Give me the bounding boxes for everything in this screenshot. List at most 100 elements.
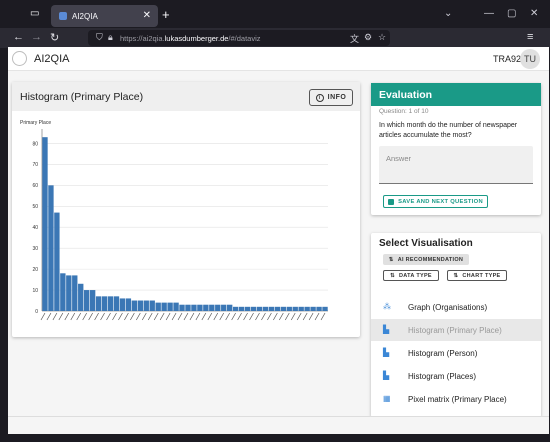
histogram-bar	[185, 304, 191, 311]
close-tab-icon[interactable]: ✕	[143, 10, 151, 21]
histogram-bar	[197, 304, 203, 311]
histogram-bar	[179, 304, 185, 311]
minimize-icon[interactable]: —	[484, 8, 494, 19]
ai-recommendation-button[interactable]: ⇅ AI RECOMMENDATION	[383, 254, 469, 265]
histogram-bar	[256, 306, 263, 311]
address-bar[interactable]: ⛉ 🔒︎ https://ai2qia. lukasdumberger.de/#/…	[88, 30, 390, 46]
histogram-card: Histogram (Primary Place) i INFO Primary…	[12, 82, 360, 337]
x-tick-mark	[118, 312, 123, 321]
y-tick-label: 80	[32, 141, 38, 147]
page-footer	[8, 416, 549, 434]
user-id: TRA92	[493, 54, 522, 64]
menu-icon[interactable]: ≡	[527, 31, 533, 43]
x-tick-mark	[255, 312, 260, 321]
info-button[interactable]: i INFO	[309, 89, 353, 106]
histogram-bar	[66, 275, 72, 311]
graph-icon: ⁂	[383, 302, 391, 311]
close-window-icon[interactable]: ✕	[530, 8, 538, 19]
vis-item-label: Histogram (Places)	[408, 371, 477, 381]
histogram-bar	[203, 304, 209, 311]
vis-item-histogram-primary-place[interactable]: ▙ Histogram (Primary Place)	[371, 319, 541, 341]
forward-icon[interactable]: →	[31, 31, 42, 43]
tab-list-icon[interactable]: ⌄	[444, 8, 452, 19]
app-title: AI2QIA	[34, 53, 70, 65]
url-suffix: /#/dataviz	[228, 33, 261, 43]
histogram-bar	[215, 304, 221, 311]
data-type-label: DATA TYPE	[399, 272, 432, 279]
histogram-card-header: Histogram (Primary Place) i INFO	[12, 82, 360, 111]
x-tick-mark	[189, 312, 195, 321]
vis-item-label: Histogram (Primary Place)	[408, 325, 502, 335]
maximize-icon[interactable]: ▢	[507, 8, 516, 19]
navigation-bar: ← → ↻ ⛉ 🔒︎ https://ai2qia. lukasdumberger…	[0, 28, 550, 48]
histogram-bar	[60, 273, 66, 311]
histogram-bar	[84, 290, 90, 311]
sort-icon: ⇅	[388, 256, 394, 263]
vis-item-pixel-matrix-primary-place[interactable]: ▦ Pixel matrix (Primary Place)	[371, 388, 541, 410]
save-button-label: SAVE AND NEXT QUESTION	[398, 198, 483, 205]
x-tick-mark	[52, 312, 58, 321]
x-tick-mark	[159, 312, 165, 321]
web-page: AI2QIA TRA92 TU Histogram (Primary Place…	[8, 47, 549, 416]
new-tab-icon[interactable]: +	[162, 7, 170, 22]
x-tick-mark	[284, 312, 290, 321]
reload-icon[interactable]: ↻	[50, 31, 59, 44]
tab-title: AI2QIA	[72, 11, 98, 21]
vis-item-label: Graph (Organisations)	[408, 302, 488, 312]
answer-field[interactable]: Answer	[379, 146, 533, 184]
histogram-bar	[322, 306, 328, 311]
browser-tab[interactable]: AI2QIA ✕	[51, 5, 158, 27]
info-button-label: INFO	[327, 94, 347, 101]
histogram-bar	[143, 300, 149, 311]
x-tick-mark	[141, 312, 147, 321]
histogram-bar	[238, 306, 245, 311]
translate-icon[interactable]: 文	[350, 32, 359, 45]
shield-icon[interactable]: ⛉	[96, 32, 103, 43]
histogram-bar	[113, 296, 120, 311]
avatar[interactable]: TU	[520, 49, 540, 69]
histogram-bar	[316, 306, 322, 311]
lock-icon[interactable]: 🔒︎	[108, 32, 113, 43]
extension-icon[interactable]: ⚙	[364, 32, 372, 43]
question-text: In which month do the number of newspape…	[379, 122, 518, 139]
histogram-bar	[268, 306, 275, 311]
tab-bar: ▭ AI2QIA ✕ + ⌄ — ▢ ✕	[0, 0, 550, 28]
save-next-button[interactable]: SAVE AND NEXT QUESTION	[383, 195, 488, 208]
histogram-bar	[262, 306, 269, 311]
x-tick-mark	[88, 312, 93, 321]
histogram-bar	[292, 306, 298, 311]
app-logo	[12, 51, 27, 66]
x-tick-mark	[64, 312, 70, 321]
x-tick-mark	[112, 312, 117, 321]
x-tick-mark	[153, 312, 159, 321]
histogram-icon: ▙	[383, 348, 390, 357]
histogram-bar	[286, 306, 292, 311]
histogram-bar	[304, 306, 310, 311]
url-host: lukasdumberger.de	[164, 33, 229, 43]
histogram-bar	[298, 306, 304, 311]
vis-item-histogram-places[interactable]: ▙ Histogram (Places)	[371, 365, 541, 387]
x-tick-mark	[243, 312, 248, 321]
chart-type-button[interactable]: ⇅ CHART TYPE	[447, 270, 507, 281]
histogram-bar	[78, 283, 84, 311]
tab-group-icon[interactable]: ▭	[30, 8, 39, 19]
data-type-button[interactable]: ⇅ DATA TYPE	[383, 270, 439, 281]
x-tick-mark	[147, 312, 153, 321]
y-tick-label: 10	[32, 288, 38, 294]
x-tick-mark	[94, 312, 99, 321]
save-icon	[388, 198, 395, 205]
vis-item-label: Histogram (Person)	[408, 348, 478, 358]
histogram-bar	[119, 298, 126, 311]
x-tick-mark	[171, 312, 177, 321]
x-tick-mark	[207, 312, 213, 321]
x-tick-mark	[82, 312, 87, 321]
favicon-icon	[59, 12, 67, 20]
vis-item-graph-organisations[interactable]: ⁂ Graph (Organisations)	[371, 296, 541, 318]
x-tick-mark	[320, 312, 326, 321]
x-tick-mark	[237, 312, 242, 321]
vis-item-histogram-person[interactable]: ▙ Histogram (Person)	[371, 342, 541, 364]
x-tick-mark	[124, 312, 129, 321]
bookmark-star-icon[interactable]: ☆	[378, 32, 386, 43]
back-icon[interactable]: ←	[13, 31, 24, 43]
x-tick-mark	[183, 312, 189, 321]
